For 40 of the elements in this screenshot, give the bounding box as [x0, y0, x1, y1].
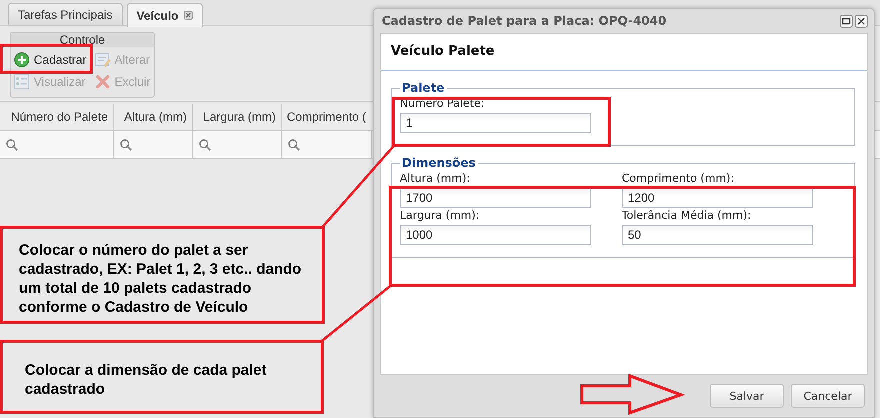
fieldset-legend: Palete — [400, 81, 447, 95]
dialog-button[interactable]: Salvar — [710, 384, 784, 408]
column-header[interactable]: Largura (mm) — [193, 104, 282, 130]
search-icon — [288, 138, 300, 150]
edit-icon — [94, 52, 111, 68]
field-label: Tolerância Média (mm): — [622, 209, 752, 222]
close-icon[interactable] — [184, 11, 193, 20]
input-field[interactable]: 1200 — [622, 188, 813, 208]
window-title: Cadastro de Palet para a Placa: OPQ-4040 — [382, 14, 667, 28]
maximize-icon[interactable] — [840, 14, 853, 28]
panel-header: Veículo Palete — [381, 34, 867, 71]
list-icon — [14, 74, 30, 90]
tab[interactable]: Veículo — [126, 3, 203, 27]
filter-field[interactable] — [114, 131, 193, 158]
search-icon — [120, 138, 132, 150]
delete-icon — [94, 74, 111, 90]
close-icon[interactable] — [855, 14, 868, 28]
filter-field[interactable] — [0, 131, 114, 158]
field-label: Comprimento (mm): — [622, 172, 736, 185]
search-icon — [6, 138, 18, 150]
column-header[interactable]: Comprimento ( — [282, 104, 372, 130]
tab[interactable]: Tarefas Principais — [8, 3, 123, 25]
input-field[interactable]: 1 — [400, 113, 591, 133]
search-icon — [199, 138, 211, 150]
plus-icon — [14, 52, 30, 68]
toolbar-button[interactable]: Cadastrar — [14, 51, 87, 69]
callout-note: Colocar a dimensão de cada palet cadastrado — [0, 340, 324, 414]
callout-note: Colocar o número do palet a ser cadastrado, EX: Palet 1, 2, 3 etc.. dando um total de 10 palets cadastrado conforme o Cadastro de Veículo — [0, 226, 325, 324]
field-label: Altura (mm): — [400, 172, 472, 185]
input-field[interactable]: 1000 — [400, 225, 591, 245]
input-field[interactable]: 1700 — [400, 188, 591, 208]
field-label: Largura (mm): — [400, 209, 481, 222]
fieldset-legend: Dimensões — [400, 156, 478, 170]
dialog-button[interactable]: Cancelar — [791, 384, 865, 408]
input-field[interactable]: 50 — [622, 225, 813, 245]
filter-field[interactable] — [282, 131, 372, 158]
column-header[interactable]: Altura (mm) — [114, 104, 193, 130]
arrow-icon — [580, 374, 686, 416]
filter-field[interactable] — [193, 131, 282, 158]
column-header[interactable]: Número do Palete — [0, 104, 114, 130]
